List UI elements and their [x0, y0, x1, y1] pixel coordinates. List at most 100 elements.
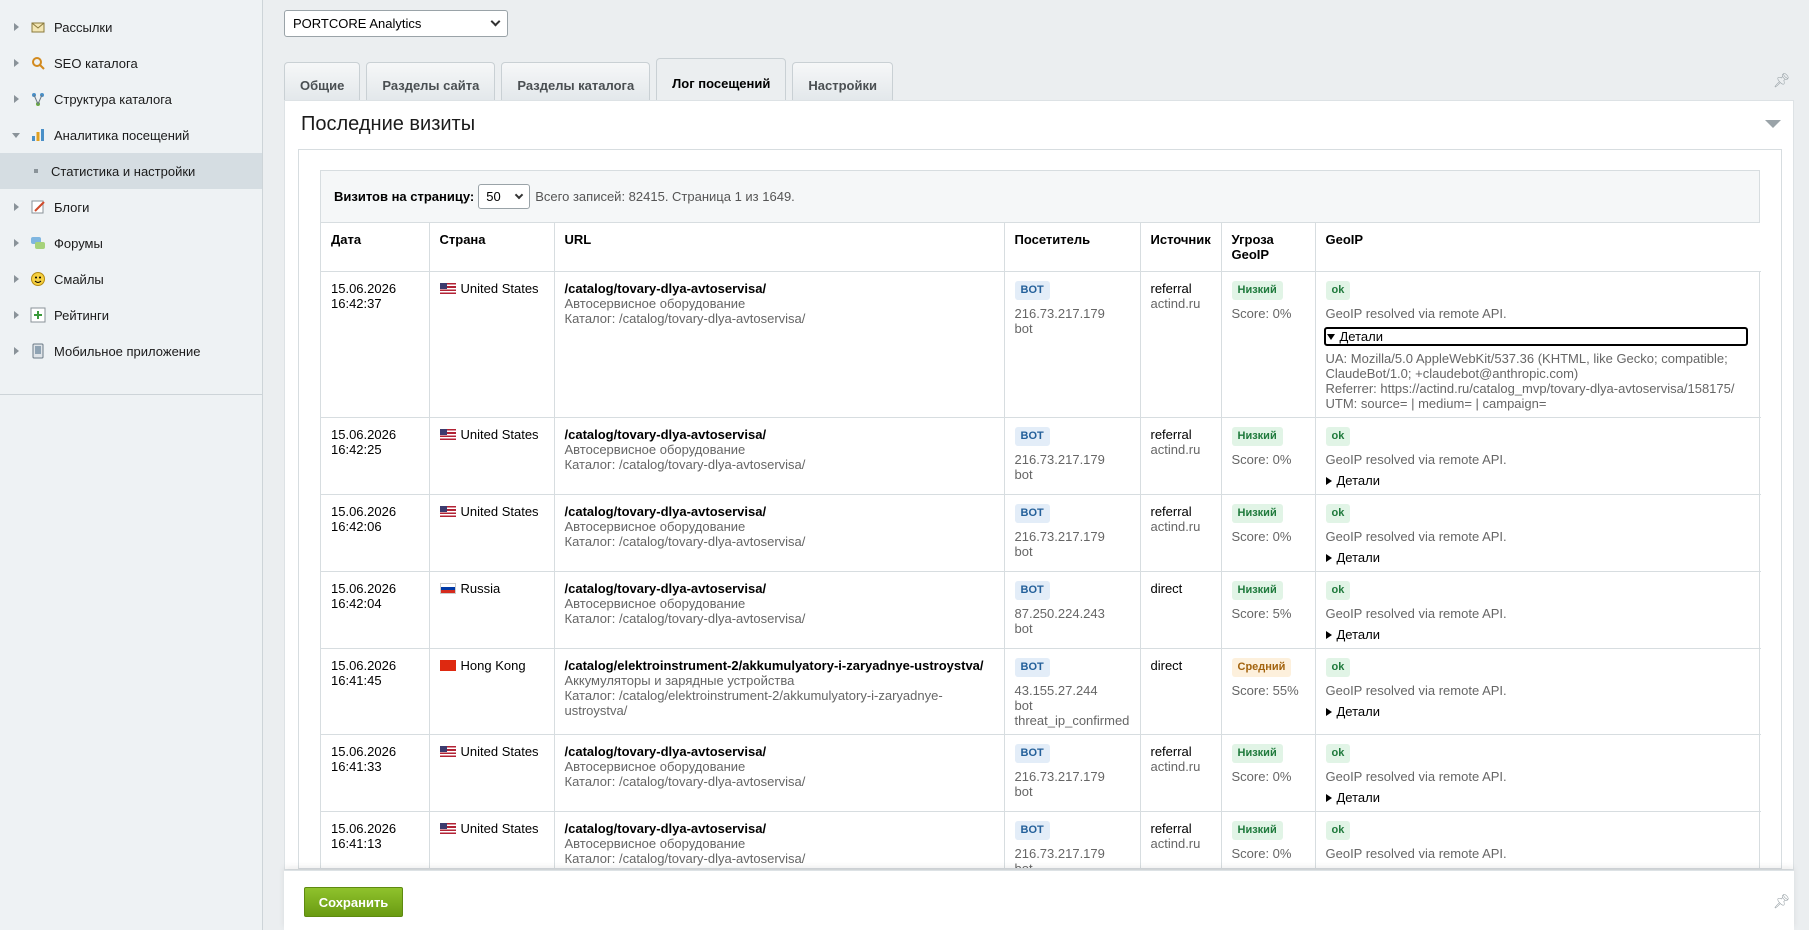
cell-threat: Средний Score: 55% — [1221, 648, 1316, 735]
flag-us-icon — [439, 746, 456, 757]
bot-badge: BOT — [1014, 281, 1050, 300]
cell-country: United States — [429, 417, 555, 495]
sidebar-item-forums[interactable]: Форумы — [0, 225, 262, 261]
country-name: Russia — [460, 581, 501, 596]
sidebar-item-ratings[interactable]: Рейтинги — [0, 297, 262, 333]
geoip-message: GeoIP resolved via remote API. — [1325, 306, 1507, 321]
tab-catalog-sections[interactable]: Разделы каталога — [501, 62, 651, 100]
sidebar-item-label: Смайлы — [54, 271, 104, 287]
visit-url[interactable]: /catalog/tovary-dlya-avtoservisa/ — [565, 821, 994, 836]
module-select[interactable]: PORTCORE Analytics — [284, 10, 508, 37]
visitor-type: bot — [1014, 467, 1033, 482]
details-toggle[interactable]: Детали — [1325, 550, 1752, 565]
tab-settings[interactable]: Настройки — [792, 62, 893, 100]
details-toggle[interactable]: Детали — [1325, 790, 1752, 805]
visitor-type: bot — [1014, 861, 1033, 869]
visit-date: 15.06.2026 — [331, 504, 397, 519]
details-ua: UA: Mozilla/5.0 AppleWebKit/537.36 (KHTM… — [1325, 351, 1728, 381]
source-host: actind.ru — [1150, 519, 1201, 534]
structure-icon — [30, 91, 46, 107]
sidebar-item-label: Статистика и настройки — [51, 163, 196, 179]
cell-visitor: BOT 216.73.217.179 bot — [1004, 494, 1141, 572]
sidebar-item-mailings[interactable]: Рассылки — [0, 9, 262, 45]
sidebar-item-blogs[interactable]: Блоги — [0, 189, 262, 225]
details-label: Детали — [1336, 473, 1381, 488]
flag-us-icon — [439, 823, 456, 834]
page-title: Автосервисное оборудование — [564, 836, 746, 851]
details-toggle[interactable]: Детали — [1325, 704, 1752, 719]
expand-arrow-icon[interactable] — [14, 239, 19, 247]
cell-country: United States — [429, 734, 555, 812]
sidebar-item-analytics[interactable]: Аналитика посещений — [0, 117, 262, 153]
pin-icon[interactable]: 📌︎ — [1773, 72, 1791, 89]
threat-badge: Низкий — [1231, 744, 1283, 763]
panel-body: Визитов на страницу: 50 Всего записей: 8… — [298, 149, 1782, 869]
visit-url[interactable]: /catalog/elektroinstrument-2/akkumulyato… — [565, 658, 994, 673]
visit-date: 15.06.2026 — [331, 821, 397, 836]
cell-source: referral actind.ru — [1140, 271, 1222, 418]
visit-url[interactable]: /catalog/tovary-dlya-avtoservisa/ — [565, 744, 994, 759]
panel-title: Последние визиты — [301, 113, 476, 135]
country-name: United States — [460, 821, 539, 836]
cell-url: /catalog/elektroinstrument-2/akkumulyato… — [554, 648, 1005, 735]
country-name: Hong Kong — [460, 658, 526, 673]
table-row: 15.06.2026 16:41:33 United States/catalog/… — [321, 734, 1761, 812]
sidebar-item-label: Структура каталога — [54, 91, 172, 107]
details-toggle[interactable]: Детали — [1325, 473, 1752, 488]
table-row: 15.06.2026 16:42:06 United States/catalog/… — [321, 494, 1761, 572]
details-toggle[interactable]: Детали — [1323, 327, 1748, 346]
visitor-ip: 216.73.217.179 — [1014, 306, 1105, 321]
tab-visit-log[interactable]: Лог посещений — [656, 58, 787, 100]
details-toggle[interactable]: Детали — [1326, 867, 1752, 868]
page-title: Автосервисное оборудование — [564, 442, 746, 457]
per-page-value: 50 — [486, 189, 501, 204]
module-select-value: PORTCORE Analytics — [293, 16, 422, 31]
tab-site-sections[interactable]: Разделы сайта — [366, 62, 496, 100]
page-title: Автосервисное оборудование — [564, 519, 746, 534]
expand-arrow-icon[interactable] — [14, 59, 19, 67]
visit-url[interactable]: /catalog/tovary-dlya-avtoservisa/ — [565, 281, 994, 296]
visitor-extra: threat_ip_confirmed — [1014, 713, 1130, 728]
expand-arrow-icon[interactable] — [14, 203, 19, 211]
visit-date: 15.06.2026 — [331, 427, 397, 442]
collapse-arrow-icon[interactable] — [12, 132, 20, 138]
triangle-down-icon — [1326, 333, 1335, 340]
source-type: referral — [1150, 744, 1192, 759]
sidebar-item-smileys[interactable]: Смайлы — [0, 261, 262, 297]
pager-info: Всего записей: 82415. Страница 1 из 1649… — [535, 189, 795, 204]
expand-arrow-icon[interactable] — [14, 23, 19, 31]
pin-icon[interactable]: 📌︎ — [1773, 893, 1791, 910]
expand-arrow-icon[interactable] — [14, 95, 19, 103]
expand-arrow-icon[interactable] — [14, 311, 19, 319]
details-toggle[interactable]: Детали — [1325, 627, 1752, 642]
sidebar-item-seo[interactable]: SEO каталога — [0, 45, 262, 81]
visitor-type: bot — [1014, 784, 1033, 799]
expand-arrow-icon[interactable] — [14, 347, 19, 355]
flag-ru-icon — [439, 583, 456, 594]
details-referrer: Referrer: https://actind.ru/catalog_mvp/… — [1325, 381, 1735, 396]
sidebar-item-label: Рейтинги — [54, 307, 109, 323]
details-body: UA: Mozilla/5.0 AppleWebKit/537.36 (KHTM… — [1326, 351, 1752, 411]
visit-time: 16:41:45 — [331, 673, 382, 688]
cell-date: 15.06.2026 16:41:13 — [321, 811, 430, 868]
threat-badge: Низкий — [1231, 821, 1283, 840]
visit-url[interactable]: /catalog/tovary-dlya-avtoservisa/ — [565, 427, 994, 442]
sidebar-item-structure[interactable]: Структура каталога — [0, 81, 262, 117]
expand-arrow-icon[interactable] — [14, 275, 19, 283]
sidebar-item-mobile-app[interactable]: Мобильное приложение — [0, 333, 262, 369]
visits-panel: Последние визиты Визитов на страницу: 50… — [284, 100, 1794, 870]
cell-url: /catalog/tovary-dlya-avtoservisa/Автосер… — [554, 571, 1005, 649]
details-label: Детали — [1339, 329, 1384, 344]
tab-general[interactable]: Общие — [284, 62, 361, 100]
col-header-source: Источник — [1140, 223, 1222, 272]
visit-url[interactable]: /catalog/tovary-dlya-avtoservisa/ — [565, 504, 994, 519]
page-title: Автосервисное оборудование — [564, 759, 746, 774]
per-page-select[interactable]: 50 — [478, 184, 531, 209]
sidebar-subitem-stats-settings[interactable]: Статистика и настройки — [0, 153, 262, 189]
visit-url[interactable]: /catalog/tovary-dlya-avtoservisa/ — [565, 581, 994, 596]
table-row: 15.06.2026 16:41:45 Hong Kong/catalog/elek… — [321, 648, 1761, 735]
table-row: 15.06.2026 16:42:04 Russia/catalog/tovary-… — [321, 571, 1761, 649]
source-type: referral — [1150, 821, 1192, 836]
save-button[interactable]: Сохранить — [304, 887, 403, 917]
collapse-icon[interactable] — [1765, 120, 1781, 128]
